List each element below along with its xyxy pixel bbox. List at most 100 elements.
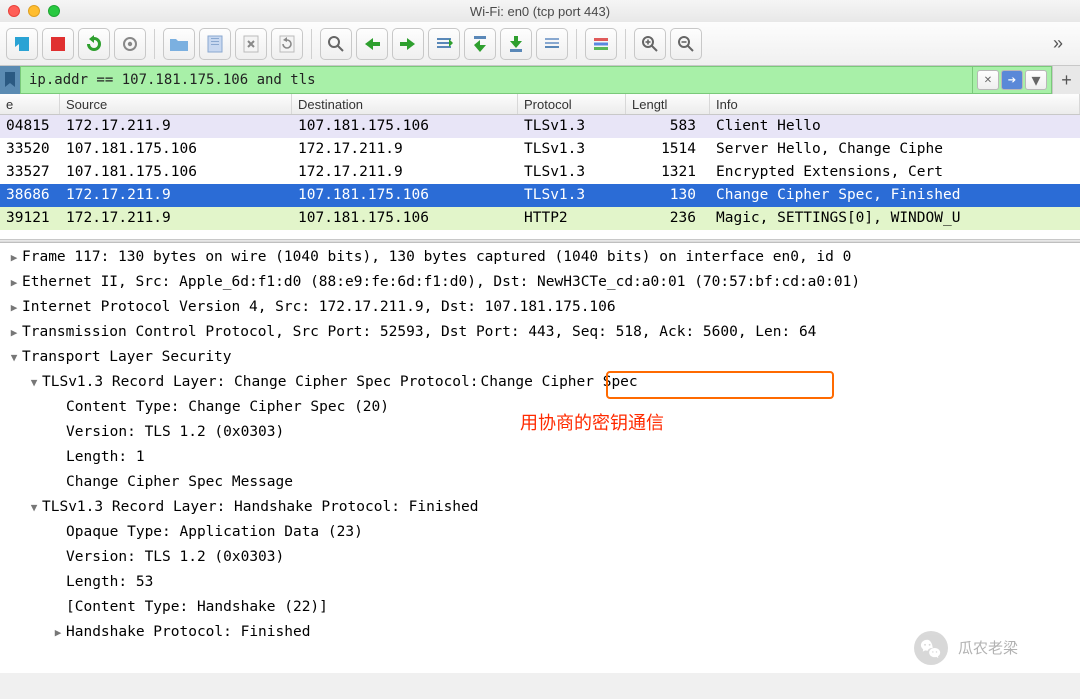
cell-src: 107.181.175.106 bbox=[60, 161, 292, 184]
cell-len: 583 bbox=[626, 115, 710, 138]
tree-frame[interactable]: ▶Frame 117: 130 bytes on wire (1040 bits… bbox=[6, 245, 1074, 270]
apply-filter-button[interactable]: ➔ bbox=[1001, 70, 1023, 90]
cell-src: 172.17.211.9 bbox=[60, 115, 292, 138]
go-previous-button[interactable] bbox=[356, 28, 388, 60]
packet-row[interactable]: 04815172.17.211.9107.181.175.106TLSv1.35… bbox=[0, 115, 1080, 138]
go-last-packet-button[interactable] bbox=[500, 28, 532, 60]
cell-dst: 107.181.175.106 bbox=[292, 115, 518, 138]
arrow-right-icon: ➔ bbox=[1008, 75, 1016, 86]
expand-icon: ▶ bbox=[6, 295, 22, 320]
window-title: Wi-Fi: en0 (tcp port 443) bbox=[8, 4, 1072, 19]
zoom-in-button[interactable] bbox=[634, 28, 666, 60]
minimize-window-button[interactable] bbox=[28, 5, 40, 17]
cell-proto: HTTP2 bbox=[518, 207, 626, 230]
zoom-window-button[interactable] bbox=[48, 5, 60, 17]
packet-list-header: e Source Destination Protocol Lengtl Inf… bbox=[0, 94, 1080, 115]
display-filter-bar: ip.addr == 107.181.175.106 and tls ✕ ➔ ▾… bbox=[0, 66, 1080, 94]
open-file-button[interactable] bbox=[163, 28, 195, 60]
packet-list[interactable]: 04815172.17.211.9107.181.175.106TLSv1.35… bbox=[0, 115, 1080, 239]
restart-capture-button[interactable] bbox=[78, 28, 110, 60]
cell-dst: 172.17.211.9 bbox=[292, 161, 518, 184]
expand-icon: ▶ bbox=[6, 320, 22, 345]
annotation-text: 用协商的密钥通信 bbox=[520, 411, 664, 436]
column-length[interactable]: Lengtl bbox=[626, 94, 710, 114]
cell-dst: 107.181.175.106 bbox=[292, 207, 518, 230]
zoom-out-button[interactable] bbox=[670, 28, 702, 60]
tree-ethernet[interactable]: ▶Ethernet II, Src: Apple_6d:f1:d0 (88:e9… bbox=[6, 270, 1074, 295]
column-protocol[interactable]: Protocol bbox=[518, 94, 626, 114]
go-next-button[interactable] bbox=[392, 28, 424, 60]
close-window-button[interactable] bbox=[8, 5, 20, 17]
packet-row[interactable]: 33520107.181.175.106172.17.211.9TLSv1.31… bbox=[0, 138, 1080, 161]
tree-length2[interactable]: Length: 53 bbox=[6, 570, 1074, 595]
packet-row[interactable]: 33527107.181.175.106172.17.211.9TLSv1.31… bbox=[0, 161, 1080, 184]
cell-len: 1514 bbox=[626, 138, 710, 161]
column-source[interactable]: Source bbox=[60, 94, 292, 114]
wechat-icon bbox=[914, 631, 948, 665]
cell-dst: 172.17.211.9 bbox=[292, 138, 518, 161]
tree-version2[interactable]: Version: TLS 1.2 (0x0303) bbox=[6, 545, 1074, 570]
chevron-down-icon: ▾ bbox=[1031, 71, 1040, 89]
capture-options-button[interactable] bbox=[114, 28, 146, 60]
filter-bookmark-button[interactable] bbox=[0, 66, 20, 94]
cell-info: Server Hello, Change Ciphe bbox=[710, 138, 1080, 161]
titlebar: Wi-Fi: en0 (tcp port 443) bbox=[0, 0, 1080, 22]
start-capture-button[interactable] bbox=[6, 28, 38, 60]
chevron-right-icon: » bbox=[1053, 33, 1063, 54]
save-file-button[interactable] bbox=[199, 28, 231, 60]
packet-row[interactable]: 38686172.17.211.9107.181.175.106TLSv1.31… bbox=[0, 184, 1080, 207]
cell-src: 172.17.211.9 bbox=[60, 184, 292, 207]
filter-history-button[interactable]: ▾ bbox=[1025, 70, 1047, 90]
cell-proto: TLSv1.3 bbox=[518, 161, 626, 184]
watermark-text: 瓜农老梁 bbox=[958, 636, 1018, 661]
tree-opaque-type[interactable]: Opaque Type: Application Data (23) bbox=[6, 520, 1074, 545]
packet-details-tree[interactable]: ▶Frame 117: 130 bytes on wire (1040 bits… bbox=[0, 243, 1080, 673]
watermark: 瓜农老梁 bbox=[914, 631, 1018, 665]
tree-tcp[interactable]: ▶Transmission Control Protocol, Src Port… bbox=[6, 320, 1074, 345]
cell-info: Encrypted Extensions, Cert bbox=[710, 161, 1080, 184]
go-first-packet-button[interactable] bbox=[464, 28, 496, 60]
find-packet-button[interactable] bbox=[320, 28, 352, 60]
tree-ccs-message[interactable]: Change Cipher Spec Message bbox=[6, 470, 1074, 495]
cell-src: 172.17.211.9 bbox=[60, 207, 292, 230]
packet-row[interactable]: 39121172.17.211.9107.181.175.106HTTP2236… bbox=[0, 207, 1080, 230]
x-icon: ✕ bbox=[984, 75, 992, 86]
tree-tls-record1[interactable]: ▼TLSv1.3 Record Layer: Change Cipher Spe… bbox=[6, 370, 1074, 395]
tree-ip[interactable]: ▶Internet Protocol Version 4, Src: 172.1… bbox=[6, 295, 1074, 320]
cell-time: 38686 bbox=[0, 184, 60, 207]
traffic-lights bbox=[8, 5, 60, 17]
cell-time: 33527 bbox=[0, 161, 60, 184]
auto-scroll-button[interactable] bbox=[536, 28, 568, 60]
tree-tls-record2[interactable]: ▼TLSv1.3 Record Layer: Handshake Protoco… bbox=[6, 495, 1074, 520]
cell-info: Client Hello bbox=[710, 115, 1080, 138]
colorize-button[interactable] bbox=[585, 28, 617, 60]
collapse-icon: ▼ bbox=[6, 345, 22, 370]
add-filter-button[interactable]: + bbox=[1052, 66, 1080, 94]
tree-tls[interactable]: ▼Transport Layer Security bbox=[6, 345, 1074, 370]
close-file-button[interactable] bbox=[235, 28, 267, 60]
cell-len: 1321 bbox=[626, 161, 710, 184]
stop-capture-button[interactable] bbox=[42, 28, 74, 60]
column-time[interactable]: e bbox=[0, 94, 60, 114]
cell-src: 107.181.175.106 bbox=[60, 138, 292, 161]
cell-time: 04815 bbox=[0, 115, 60, 138]
cell-dst: 107.181.175.106 bbox=[292, 184, 518, 207]
reload-file-button[interactable] bbox=[271, 28, 303, 60]
cell-len: 236 bbox=[626, 207, 710, 230]
clear-filter-button[interactable]: ✕ bbox=[977, 70, 999, 90]
display-filter-input[interactable]: ip.addr == 107.181.175.106 and tls bbox=[20, 66, 973, 94]
collapse-icon: ▼ bbox=[26, 495, 42, 520]
expand-icon: ▶ bbox=[6, 245, 22, 270]
cell-info: Magic, SETTINGS[0], WINDOW_U bbox=[710, 207, 1080, 230]
tree-length[interactable]: Length: 1 bbox=[6, 445, 1074, 470]
go-to-packet-button[interactable] bbox=[428, 28, 460, 60]
column-destination[interactable]: Destination bbox=[292, 94, 518, 114]
toolbar-overflow-button[interactable]: » bbox=[1042, 28, 1074, 60]
cell-proto: TLSv1.3 bbox=[518, 184, 626, 207]
cell-proto: TLSv1.3 bbox=[518, 115, 626, 138]
main-toolbar: » bbox=[0, 22, 1080, 66]
collapse-icon: ▼ bbox=[26, 370, 42, 395]
column-info[interactable]: Info bbox=[710, 94, 1080, 114]
cell-time: 33520 bbox=[0, 138, 60, 161]
tree-content-type2[interactable]: [Content Type: Handshake (22)] bbox=[6, 595, 1074, 620]
